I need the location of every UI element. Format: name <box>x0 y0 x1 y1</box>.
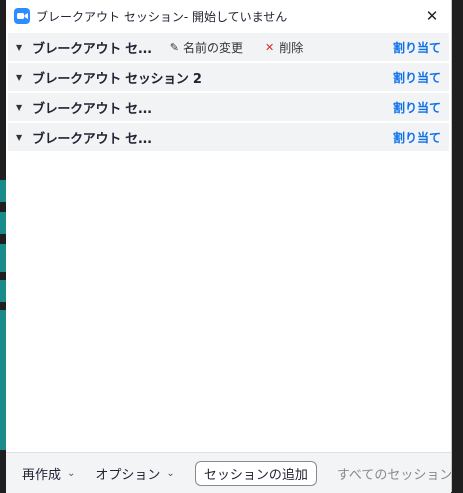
caret-down-icon[interactable]: ▼ <box>16 73 32 82</box>
add-session-button[interactable]: セッションの追加 <box>194 460 317 486</box>
delete-button[interactable]: ✕ 削除 <box>265 39 303 56</box>
caret-down-icon[interactable]: ▼ <box>16 103 32 112</box>
zoom-camera-icon <box>14 8 30 24</box>
room-row[interactable]: ▼ ブレークアウト セ... 割り当て <box>8 93 449 123</box>
title-bar[interactable]: ブレークアウト セッション- 開始していません ✕ <box>6 0 451 32</box>
room-name: ブレークアウト セ... <box>32 41 152 57</box>
options-button[interactable]: オプション ⌄ <box>95 464 174 483</box>
room-list: ▼ ブレークアウト セ... ✎ 名前の変更 ✕ 削除 割り当て ▼ ブレークア… <box>8 33 449 153</box>
caret-down-icon[interactable]: ▼ <box>16 133 32 142</box>
room-row[interactable]: ▼ ブレークアウト セ... ✎ 名前の変更 ✕ 削除 割り当て <box>8 33 449 63</box>
pencil-icon: ✎ <box>169 40 179 54</box>
room-name: ブレークアウト セッション 2 <box>32 71 202 87</box>
rename-button[interactable]: ✎ 名前の変更 <box>170 39 243 56</box>
assign-button[interactable]: 割り当て <box>393 129 441 146</box>
room-name: ブレークアウト セ... <box>32 131 152 147</box>
all-sessions-button[interactable]: すべてのセッション <box>337 464 451 483</box>
window-title: ブレークアウト セッション- 開始していません <box>36 9 288 24</box>
recreate-label: 再作成 <box>22 467 62 483</box>
room-row[interactable]: ▼ ブレークアウト セッション 2 割り当て <box>8 63 449 93</box>
room-row[interactable]: ▼ ブレークアウト セ... 割り当て <box>8 123 449 153</box>
assign-button[interactable]: 割り当て <box>393 39 441 56</box>
footer-toolbar: 再作成 ⌄ オプション ⌄ セッションの追加 すべてのセッション <box>6 452 451 493</box>
room-actions: ✎ 名前の変更 ✕ 削除 <box>170 39 325 56</box>
caret-down-icon[interactable]: ▼ <box>16 43 32 52</box>
chevron-down-icon: ⌄ <box>67 467 76 479</box>
recreate-button[interactable]: 再作成 ⌄ <box>22 464 75 483</box>
close-icon[interactable]: ✕ <box>423 7 441 25</box>
breakout-window: ブレークアウト セッション- 開始していません ✕ ▼ ブレークアウト セ...… <box>6 0 452 493</box>
assign-button[interactable]: 割り当て <box>393 69 441 86</box>
options-label: オプション <box>95 467 161 483</box>
room-name: ブレークアウト セ... <box>32 101 152 117</box>
assign-button[interactable]: 割り当て <box>393 99 441 116</box>
delete-x-icon: ✕ <box>264 40 275 54</box>
chevron-down-icon: ⌄ <box>166 467 175 479</box>
rename-label: 名前の変更 <box>182 40 243 55</box>
delete-label: 削除 <box>279 40 304 55</box>
